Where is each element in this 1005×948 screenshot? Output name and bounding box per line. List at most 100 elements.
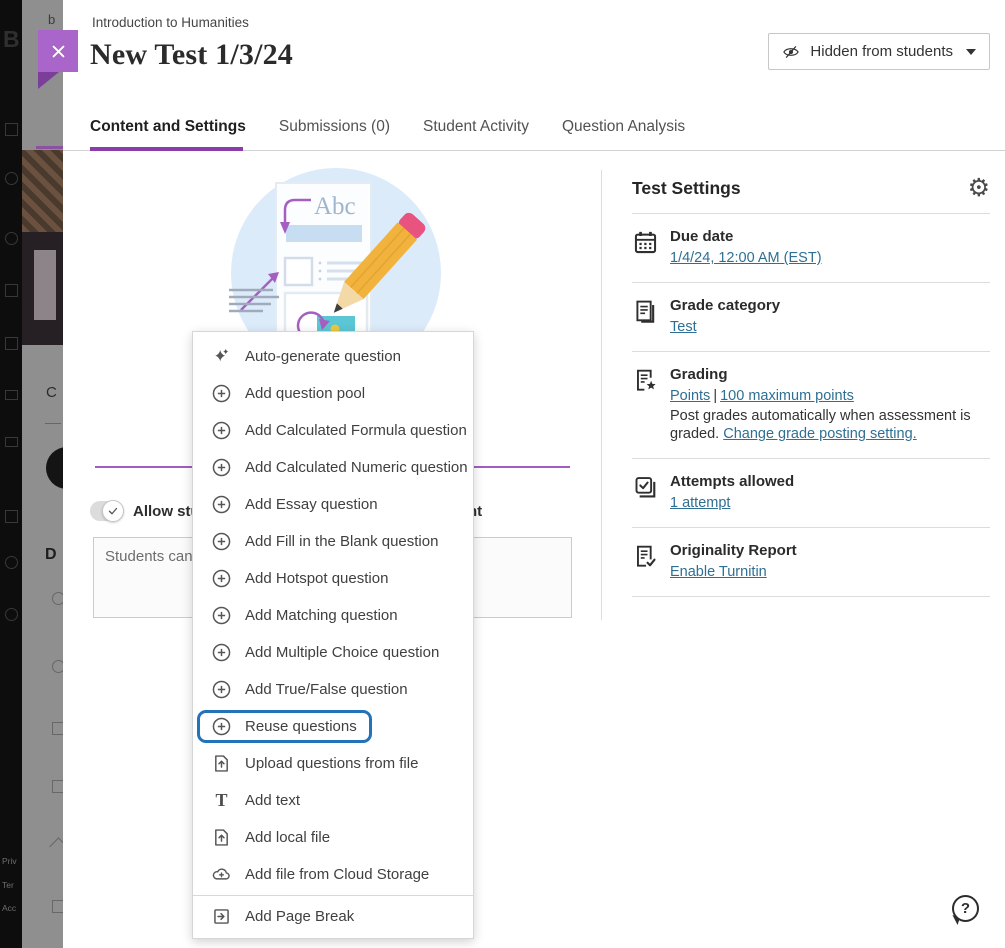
background-tab-underline — [36, 146, 63, 149]
screen: B Priv Ter Acc b C D Introdu — [0, 0, 1005, 948]
active-tab-underline — [90, 147, 243, 151]
grading-max-points-link[interactable]: 100 maximum points — [720, 388, 854, 404]
tools-icon[interactable] — [5, 510, 18, 523]
originality-link[interactable]: Enable Turnitin — [670, 564, 767, 580]
tab-submissions[interactable]: Submissions (0) — [279, 118, 390, 136]
tab-student-activity[interactable]: Student Activity — [423, 118, 529, 136]
menu-item-auto-generate[interactable]: Auto-generate question — [193, 338, 473, 375]
menu-item-cloud-storage[interactable]: Add file from Cloud Storage — [193, 856, 473, 893]
menu-item-question-pool[interactable]: Add question pool — [193, 375, 473, 412]
menu-item-label: Auto-generate question — [245, 348, 401, 365]
grade-category-label: Grade category — [670, 297, 780, 314]
document-check-icon — [632, 542, 660, 581]
test-settings-title: Test Settings — [632, 178, 741, 199]
menu-item-reuse-questions[interactable]: Reuse questions — [193, 708, 473, 745]
attempts-label: Attempts allowed — [670, 473, 794, 490]
menu-item-upload-questions[interactable]: Upload questions from file — [193, 745, 473, 782]
menu-item-hotspot[interactable]: Add Hotspot question — [193, 560, 473, 597]
grading-section: Grading Points|100 maximum points Post g… — [632, 352, 990, 459]
page-title: New Test 1/3/24 — [90, 38, 293, 72]
toggle-label: Allow stu — [133, 503, 200, 520]
allow-students-toggle[interactable] — [90, 501, 124, 521]
visibility-label: Hidden from students — [810, 43, 953, 60]
cloud-upload-icon — [211, 864, 232, 885]
help-button[interactable]: ? — [950, 895, 980, 925]
privacy-link[interactable]: Priv — [2, 856, 17, 866]
menu-item-label: Upload questions from file — [245, 755, 418, 772]
attempts-section: Attempts allowed 1 attempt — [632, 459, 990, 528]
institution-icon[interactable] — [5, 123, 18, 136]
originality-section: Originality Report Enable Turnitin — [632, 528, 990, 597]
accessibility-link[interactable]: Acc — [2, 903, 16, 913]
menu-item-page-break[interactable]: Add Page Break — [193, 898, 473, 935]
menu-footer: Add Page Break — [193, 895, 473, 938]
menu-item-label: Add Hotspot question — [245, 570, 388, 587]
grading-separator: | — [713, 388, 717, 404]
menu-item-label: Add Fill in the Blank question — [245, 533, 438, 550]
help-icon: ? — [952, 895, 979, 922]
file-upload-icon — [211, 753, 232, 774]
menu-item-label: Add question pool — [245, 385, 365, 402]
reuse-questions-focus-ring: Reuse questions — [197, 710, 372, 743]
menu-item-matching[interactable]: Add Matching question — [193, 597, 473, 634]
circle-plus-icon — [211, 642, 232, 663]
menu-item-label: Add True/False question — [245, 681, 408, 698]
gear-icon[interactable]: ⚙ — [968, 177, 990, 199]
test-illustration: Abc — [221, 168, 451, 346]
page-break-icon — [211, 906, 232, 927]
test-panel: Introduction to Humanities New Test 1/3/… — [63, 0, 1005, 948]
grade-category-link[interactable]: Test — [670, 319, 697, 335]
text-icon: T — [211, 790, 232, 811]
menu-item-true-false[interactable]: Add True/False question — [193, 671, 473, 708]
signout-icon[interactable] — [5, 608, 18, 621]
background-tab-fragment: C — [46, 384, 57, 401]
menu-item-label: Add Calculated Numeric question — [245, 459, 468, 476]
menu-item-label: Reuse questions — [245, 718, 357, 735]
tab-content-and-settings[interactable]: Content and Settings — [90, 118, 246, 136]
menu-item-add-text[interactable]: T Add text — [193, 782, 473, 819]
check-icon — [107, 505, 119, 517]
app-logo: B — [3, 26, 20, 53]
add-question-menu: Auto-generate question Add question pool… — [192, 331, 474, 939]
document-star-icon — [632, 366, 660, 443]
menu-item-essay[interactable]: Add Essay question — [193, 486, 473, 523]
menu-item-fill-in-blank[interactable]: Add Fill in the Blank question — [193, 523, 473, 560]
menu-item-label: Add text — [245, 792, 300, 809]
background-banner-image — [22, 150, 63, 232]
chevron-down-icon — [966, 49, 976, 55]
circle-plus-icon — [211, 494, 232, 515]
grades-icon[interactable] — [5, 437, 18, 447]
menu-item-calculated-numeric[interactable]: Add Calculated Numeric question — [193, 449, 473, 486]
messages-icon[interactable] — [5, 390, 18, 400]
attempts-link[interactable]: 1 attempt — [670, 495, 730, 511]
background-text-fragment: b — [48, 12, 55, 27]
background-heading-fragment: D — [45, 546, 57, 564]
close-panel-button[interactable] — [38, 30, 78, 72]
close-icon — [50, 43, 67, 60]
circle-plus-icon — [211, 605, 232, 626]
circle-plus-icon — [211, 383, 232, 404]
menu-item-multiple-choice[interactable]: Add Multiple Choice question — [193, 634, 473, 671]
tab-bar: Content and Settings Submissions (0) Stu… — [90, 103, 685, 150]
grade-category-section: Grade category Test — [632, 283, 990, 352]
organizations-icon[interactable] — [5, 337, 18, 350]
circle-plus-icon — [211, 457, 232, 478]
breadcrumb-course-name: Introduction to Humanities — [92, 15, 249, 30]
dimmed-background-page: b C D — [22, 0, 63, 948]
circle-plus-icon — [211, 531, 232, 552]
menu-item-add-local-file[interactable]: Add local file — [193, 819, 473, 856]
due-date-label: Due date — [670, 228, 822, 245]
circle-plus-icon — [211, 420, 232, 441]
visibility-dropdown[interactable]: Hidden from students — [768, 33, 990, 70]
menu-item-calculated-formula[interactable]: Add Calculated Formula question — [193, 412, 473, 449]
courses-icon[interactable] — [5, 284, 18, 297]
grading-points-link[interactable]: Points — [670, 388, 710, 404]
circle-plus-icon — [211, 679, 232, 700]
due-date-link[interactable]: 1/4/24, 12:00 AM (EST) — [670, 250, 822, 266]
tab-question-analysis[interactable]: Question Analysis — [562, 118, 685, 136]
assist-icon[interactable] — [5, 556, 18, 569]
globe-icon[interactable] — [5, 232, 18, 245]
terms-link[interactable]: Ter — [2, 880, 14, 890]
grade-posting-link[interactable]: Change grade posting setting. — [723, 426, 916, 442]
profile-icon[interactable] — [5, 172, 18, 185]
